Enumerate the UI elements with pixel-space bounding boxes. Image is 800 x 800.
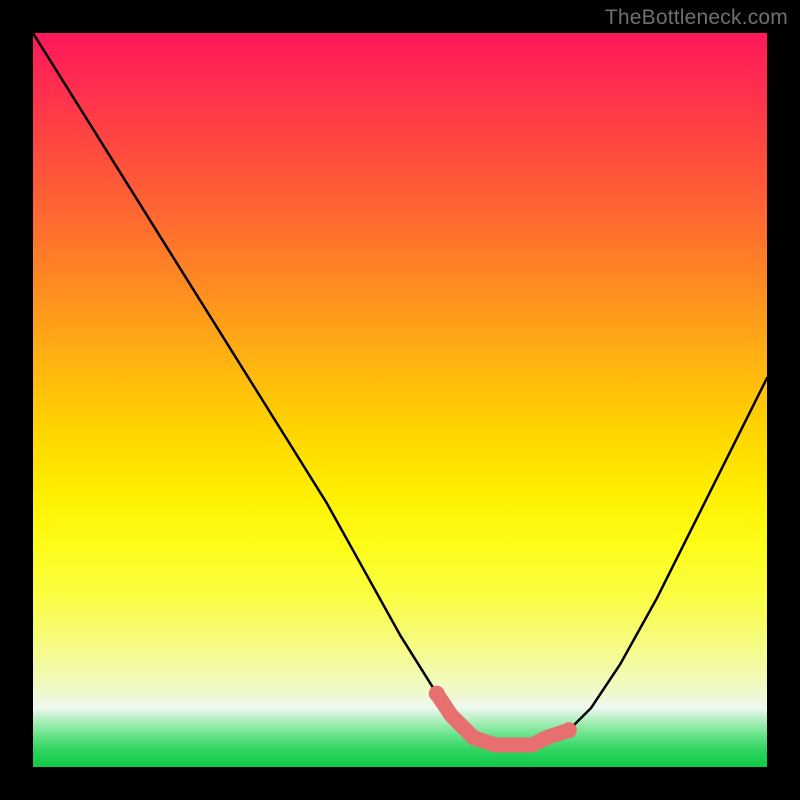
highlight-start-dot [429,686,445,702]
optimal-highlight [437,694,569,745]
watermark-text: TheBottleneck.com [605,6,788,30]
chart-frame: TheBottleneck.com [0,0,800,800]
highlight-end-dot [561,722,577,738]
plot-area [33,33,767,767]
bottleneck-curve [33,33,767,745]
curve-layer [33,33,767,767]
